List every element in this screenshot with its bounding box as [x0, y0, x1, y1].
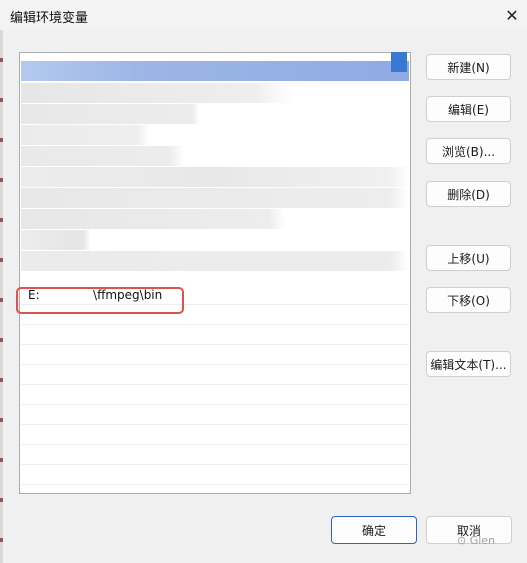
- close-icon[interactable]: ✕: [498, 1, 526, 29]
- ok-button[interactable]: 确定: [331, 516, 417, 544]
- browse-button[interactable]: 浏览(B)...: [426, 138, 511, 164]
- list-item[interactable]: [21, 125, 409, 145]
- list-item-empty[interactable]: [21, 405, 409, 425]
- list-item-selected[interactable]: [21, 61, 409, 81]
- list-item-empty[interactable]: [21, 345, 409, 365]
- move-down-button[interactable]: 下移(O): [426, 287, 511, 313]
- move-up-button[interactable]: 上移(U): [426, 245, 511, 271]
- edit-text-button[interactable]: 编辑文本(T)...: [426, 351, 511, 377]
- delete-button[interactable]: 删除(D): [426, 181, 511, 207]
- list-item[interactable]: [21, 167, 409, 187]
- wechat-icon: ⊙: [457, 534, 467, 547]
- edit-button[interactable]: 编辑(E): [426, 96, 511, 122]
- list-item-empty[interactable]: [21, 325, 409, 345]
- list-item[interactable]: [21, 83, 409, 103]
- list-item[interactable]: [21, 146, 409, 166]
- selection-end-marker: [391, 52, 407, 72]
- list-item[interactable]: [21, 104, 409, 124]
- list-item-empty[interactable]: [21, 425, 409, 445]
- left-edge-strip: [0, 0, 3, 563]
- list-item[interactable]: [21, 251, 409, 271]
- list-item-ffmpeg[interactable]: E: \ffmpeg\bin: [21, 285, 409, 305]
- list-item[interactable]: [21, 230, 409, 250]
- title-bar: 编辑环境变量 ✕: [0, 0, 527, 30]
- list-item-empty[interactable]: [21, 305, 409, 325]
- window-title: 编辑环境变量: [10, 11, 89, 26]
- list-item[interactable]: [21, 188, 409, 208]
- watermark: ⊙ Glen: [457, 534, 495, 547]
- list-item-empty[interactable]: [21, 445, 409, 465]
- list-item-empty[interactable]: [21, 465, 409, 485]
- list-item-empty[interactable]: [21, 365, 409, 385]
- watermark-text: Glen: [469, 534, 496, 547]
- path-list[interactable]: E: \ffmpeg\bin: [19, 52, 411, 494]
- new-button[interactable]: 新建(N): [426, 54, 511, 80]
- list-item-empty[interactable]: [21, 385, 409, 405]
- list-item[interactable]: [21, 209, 409, 229]
- list-item-label: E: \ffmpeg\bin: [28, 288, 163, 302]
